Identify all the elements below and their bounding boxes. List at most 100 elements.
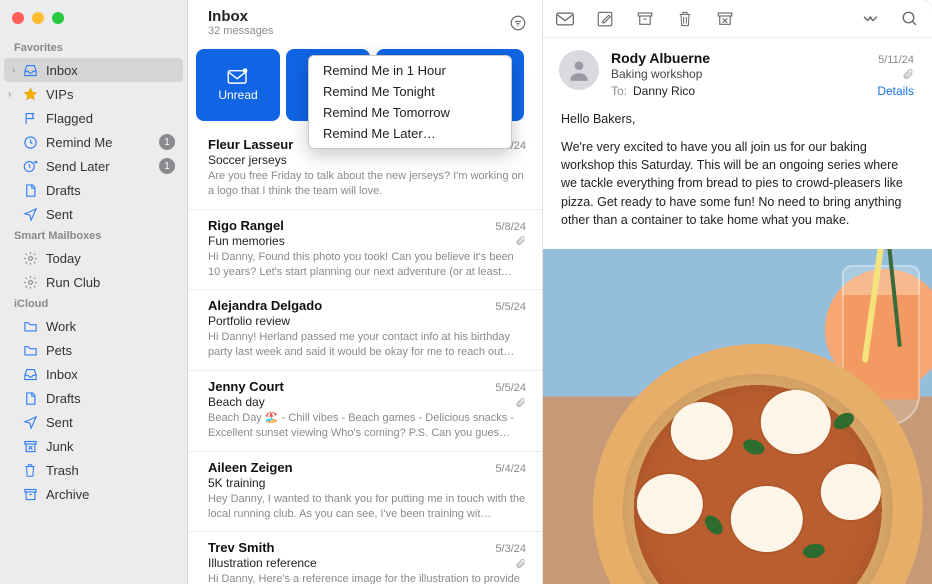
sidebar-item-label: Work [46,319,179,334]
folder-icon [22,342,38,358]
unread-label: Unread [218,88,257,102]
xbin-icon [22,438,38,454]
archive-icon [22,486,38,502]
trash-icon [22,462,38,478]
header-from: Rody Albuerne [611,50,878,66]
sidebar-item-label: Drafts [46,183,179,198]
sidebar-item-run-club[interactable]: Run Club [0,270,187,294]
body-text: We're very excited to have you all join … [561,138,914,229]
msg-date: 5/5/24 [495,382,526,394]
to-label: To: [611,84,627,98]
sidebar-item-inbox[interactable]: › Inbox [4,58,183,82]
avatar [559,50,599,90]
msg-subject: Illustration reference [208,556,317,570]
sidebar-item-pets[interactable]: Pets [0,338,187,362]
popup-item[interactable]: Remind Me Tomorrow [309,102,511,123]
sidebar-item-label: Drafts [46,391,179,406]
window-controls [0,8,187,38]
archive-icon[interactable] [635,9,655,29]
to-recipient: Danny Rico [633,84,695,98]
msg-subject: Portfolio review [208,314,290,328]
clock-send-icon [22,158,38,174]
inbox-icon [22,62,38,78]
msg-from: Alejandra Delgado [208,298,495,313]
attachment-icon [902,68,914,80]
sidebar-section-header: iCloud [0,294,187,314]
sidebar-item-today[interactable]: Today [0,246,187,270]
sidebar-item-drafts[interactable]: Drafts [0,386,187,410]
msg-preview: Are you free Friday to talk about the ne… [208,169,526,199]
sidebar-item-sent[interactable]: Sent [0,202,187,226]
sidebar-item-junk[interactable]: Junk [0,434,187,458]
msg-from: Trev Smith [208,540,495,555]
message-row[interactable]: Jenny Court5/5/24Beach dayBeach Day 🏖️ -… [188,371,542,452]
msg-preview: Hi Danny, Found this photo you took! Can… [208,250,526,280]
clock-icon [22,134,38,150]
popup-item[interactable]: Remind Me Tonight [309,81,511,102]
envelope-dot-icon [227,68,249,84]
sidebar-item-sent[interactable]: Sent [0,410,187,434]
remind-me-popup: Remind Me in 1 HourRemind Me TonightRemi… [308,55,512,149]
sidebar: Favorites›Inbox›VIPsFlaggedRemind Me1Sen… [0,0,188,584]
msg-from: Jenny Court [208,379,495,394]
msg-subject: Soccer jerseys [208,153,287,167]
chevron-right-icon[interactable]: › [12,65,15,76]
close-window-button[interactable] [12,12,24,24]
msg-from: Aileen Zeigen [208,460,495,475]
compose-icon[interactable] [595,9,615,29]
badge: 1 [159,158,175,174]
message-row[interactable]: Rigo Rangel5/8/24Fun memoriesHi Danny, F… [188,210,542,291]
mailbox-title: Inbox [208,8,506,25]
msg-preview: Hey Danny, I wanted to thank you for put… [208,492,526,522]
top-cards: Unread Rem Rody Albuerne shop We're very… [188,41,542,129]
inbox-icon [22,366,38,382]
sidebar-item-flagged[interactable]: Flagged [0,106,187,130]
header-date: 5/11/24 [878,54,914,66]
junk-icon[interactable] [715,9,735,29]
reply-icon[interactable] [555,9,575,29]
search-icon[interactable] [900,9,920,29]
flag-icon [22,110,38,126]
message-row[interactable]: Aileen Zeigen5/4/245K trainingHey Danny,… [188,452,542,533]
sidebar-item-label: Pets [46,343,179,358]
attachment-image[interactable] [543,249,932,584]
unread-card[interactable]: Unread [196,49,280,121]
sidebar-item-label: Junk [46,439,179,454]
sidebar-item-trash[interactable]: Trash [0,458,187,482]
body-greeting: Hello Bakers, [561,110,914,128]
trash-icon[interactable] [675,9,695,29]
msg-date: 5/8/24 [495,221,526,233]
sidebar-item-drafts[interactable]: Drafts [0,178,187,202]
msg-subject: Beach day [208,395,265,409]
msg-preview: Hi Danny, Here's a reference image for t… [208,572,526,584]
folder-icon [22,318,38,334]
sidebar-item-work[interactable]: Work [0,314,187,338]
more-icon[interactable] [860,9,880,29]
zoom-window-button[interactable] [52,12,64,24]
sidebar-section-header: Smart Mailboxes [0,226,187,246]
msg-date: 5/3/24 [495,543,526,555]
sidebar-item-label: Flagged [46,111,179,126]
message-body: Hello Bakers, We're very excited to have… [543,108,932,249]
sidebar-item-remind-me[interactable]: Remind Me1 [0,130,187,154]
sidebar-item-vips[interactable]: ›VIPs [0,82,187,106]
message-row[interactable]: Alejandra Delgado5/5/24Portfolio reviewH… [188,290,542,371]
sidebar-item-label: Sent [46,207,179,222]
sidebar-item-send-later[interactable]: Send Later1 [0,154,187,178]
sidebar-item-archive[interactable]: Archive [0,482,187,506]
popup-item[interactable]: Remind Me Later… [309,123,511,144]
details-link[interactable]: Details [877,84,914,98]
minimize-window-button[interactable] [32,12,44,24]
doc-icon [22,182,38,198]
popup-item[interactable]: Remind Me in 1 Hour [309,60,511,81]
chevron-right-icon[interactable]: › [8,89,11,100]
sidebar-item-label: Inbox [46,63,175,78]
msg-date: 5/4/24 [495,463,526,475]
message-row[interactable]: Trev Smith5/3/24 Illustration reference Hi… [188,532,542,584]
header-subject: Baking workshop [611,67,702,81]
sidebar-item-inbox[interactable]: Inbox [0,362,187,386]
sidebar-item-label: Trash [46,463,179,478]
filter-button[interactable] [506,11,530,35]
msg-preview: Hi Danny! Herland passed me your contact… [208,330,526,360]
sidebar-item-label: Inbox [46,367,179,382]
